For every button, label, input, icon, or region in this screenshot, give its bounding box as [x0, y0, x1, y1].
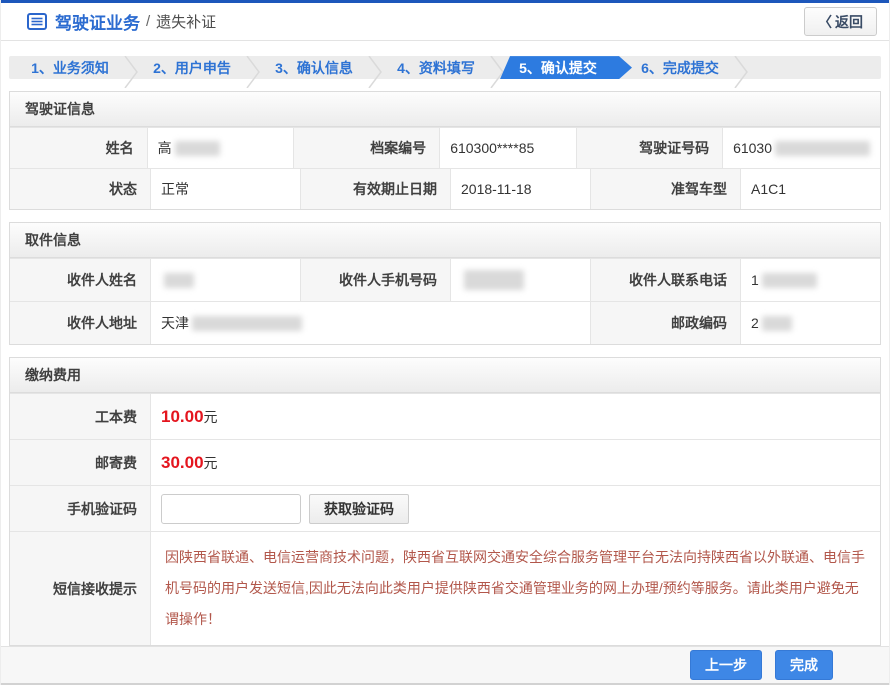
redacted-value: [192, 316, 302, 331]
breadcrumb: 驾驶证业务 / 遗失补证: [27, 9, 216, 34]
step-separator-icon: [246, 56, 260, 88]
back-button-label: 返回: [835, 12, 863, 32]
back-chevron-icon: 〈: [818, 12, 832, 32]
postage-fee-label: 邮寄费: [10, 440, 150, 485]
redacted-value: [464, 270, 524, 290]
page-subtitle: 遗失补证: [156, 11, 216, 32]
expiry-date-label: 有效期止日期: [300, 169, 450, 209]
page-title: 驾驶证业务: [55, 9, 140, 34]
pickup-section-title: 取件信息: [10, 223, 880, 258]
step-separator-icon: [368, 56, 382, 88]
recipient-name-label: 收件人姓名: [10, 259, 150, 301]
vehicle-class-label: 准驾车型: [590, 169, 740, 209]
recipient-name-value: [150, 259, 300, 301]
postal-code-value: 2: [740, 302, 880, 344]
redacted-value: [762, 316, 792, 331]
sms-code-cell: 获取验证码: [150, 486, 880, 531]
redacted-value: [762, 273, 817, 288]
get-sms-code-button[interactable]: 获取验证码: [309, 494, 409, 524]
postal-code-label: 邮政编码: [590, 302, 740, 344]
license-info-section: 驾驶证信息 姓名 高 档案编号 610300****85 驾驶证号码 61030…: [9, 91, 881, 210]
name-label: 姓名: [10, 128, 147, 168]
recipient-address-value: 天津: [150, 302, 590, 344]
step-4-fill-materials[interactable]: 4、资料填写: [375, 56, 497, 79]
fee-unit: 元: [204, 453, 218, 473]
name-value: 高: [147, 128, 293, 168]
table-row: 收件人姓名 收件人手机号码 收件人联系电话 1: [10, 258, 880, 301]
list-icon: [27, 13, 47, 30]
license-number-value: 61030: [722, 128, 880, 168]
step-6-complete-submit[interactable]: 6、完成提交: [619, 56, 741, 79]
recipient-address-label: 收件人地址: [10, 302, 150, 344]
table-row: 状态 正常 有效期止日期 2018-11-18 准驾车型 A1C1: [10, 168, 880, 209]
fee-amount: 10.00: [161, 407, 204, 427]
table-row: 姓名 高 档案编号 610300****85 驾驶证号码 61030: [10, 127, 880, 168]
recipient-phone-value: 1: [740, 259, 880, 301]
step-5-confirm-submit[interactable]: 5、确认提交: [497, 56, 619, 79]
step-separator-icon: [124, 56, 138, 88]
breadcrumb-separator: /: [146, 13, 150, 30]
sms-notice-label: 短信接收提示: [10, 532, 150, 645]
prev-step-button[interactable]: 上一步: [690, 650, 762, 680]
sms-notice-cell: 因陕西省联通、电信运营商技术问题，陕西省互联网交通安全综合服务管理平台无法向持陕…: [150, 532, 880, 645]
recipient-phone-label: 收件人联系电话: [590, 259, 740, 301]
production-fee-label: 工本费: [10, 394, 150, 439]
production-fee-value: 10.00元: [150, 394, 880, 439]
recipient-mobile-label: 收件人手机号码: [300, 259, 450, 301]
sms-notice-text: 因陕西省联通、电信运营商技术问题，陕西省互联网交通安全综合服务管理平台无法向持陕…: [161, 538, 870, 639]
sms-code-label: 手机验证码: [10, 486, 150, 531]
step-2-user-declaration[interactable]: 2、用户申告: [131, 56, 253, 79]
file-number-value: 610300****85: [439, 128, 576, 168]
payment-section-title: 缴纳费用: [10, 358, 880, 393]
step-bar-filler: [741, 56, 881, 79]
pickup-info-section: 取件信息 收件人姓名 收件人手机号码 收件人联系电话 1 收件人地址 天津 邮政…: [9, 222, 881, 345]
postage-fee-value: 30.00元: [150, 440, 880, 485]
step-separator-icon: [490, 56, 504, 88]
finish-button[interactable]: 完成: [775, 650, 833, 680]
status-label: 状态: [10, 169, 150, 209]
fee-unit: 元: [204, 407, 218, 427]
recipient-mobile-value: [450, 259, 590, 301]
table-row: 手机验证码 获取验证码: [10, 485, 880, 531]
footer-action-bar: 上一步 完成: [1, 646, 889, 685]
payment-section: 缴纳费用 工本费 10.00元 邮寄费 30.00元 手机验证码 获取验证码 短…: [9, 357, 881, 646]
table-row: 短信接收提示 因陕西省联通、电信运营商技术问题，陕西省互联网交通安全综合服务管理…: [10, 531, 880, 645]
redacted-value: [175, 141, 220, 156]
license-section-title: 驾驶证信息: [10, 92, 880, 127]
fee-amount: 30.00: [161, 453, 204, 473]
header: 驾驶证业务 / 遗失补证 〈 返回: [1, 3, 889, 41]
step-1-business-notice[interactable]: 1、业务须知: [9, 56, 131, 79]
redacted-value: [775, 141, 870, 156]
table-row: 邮寄费 30.00元: [10, 439, 880, 485]
step-separator-icon: [734, 56, 748, 88]
step-3-confirm-info[interactable]: 3、确认信息: [253, 56, 375, 79]
sms-code-input[interactable]: [161, 494, 301, 524]
vehicle-class-value: A1C1: [740, 169, 880, 209]
back-button[interactable]: 〈 返回: [804, 7, 877, 36]
expiry-date-value: 2018-11-18: [450, 169, 590, 209]
table-row: 工本费 10.00元: [10, 393, 880, 439]
step-wizard: 1、业务须知 2、用户申告 3、确认信息 4、资料填写 5、确认提交 6、完成提…: [9, 56, 881, 79]
status-value: 正常: [150, 169, 300, 209]
license-number-label: 驾驶证号码: [576, 128, 722, 168]
table-row: 收件人地址 天津 邮政编码 2: [10, 301, 880, 344]
file-number-label: 档案编号: [293, 128, 439, 168]
redacted-value: [164, 273, 194, 288]
page: 驾驶证业务 / 遗失补证 〈 返回 1、业务须知 2、用户申告 3、确认信息 4…: [0, 0, 890, 685]
